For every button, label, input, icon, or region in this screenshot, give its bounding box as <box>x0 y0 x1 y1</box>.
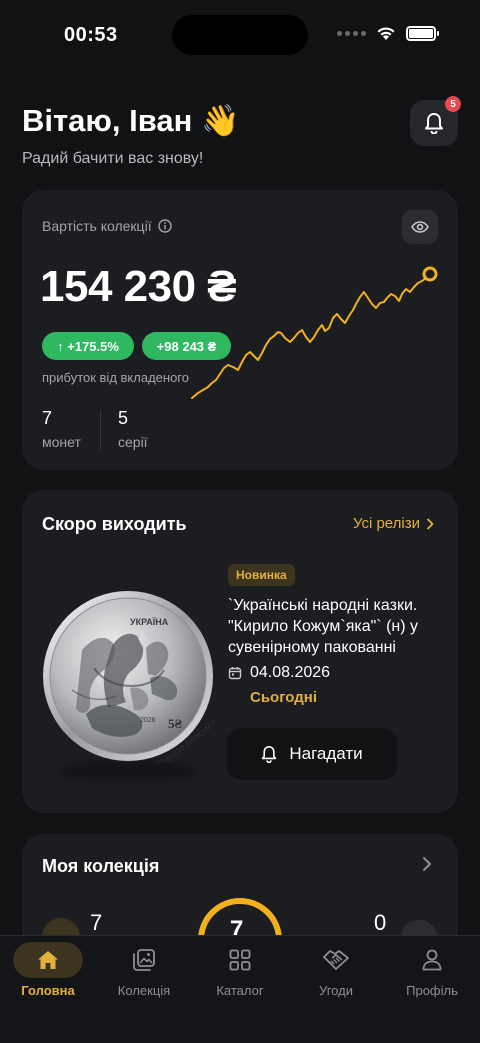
other-count: 0 <box>374 910 387 935</box>
stats-divider <box>100 410 101 450</box>
tab-collection[interactable]: Колекція <box>96 936 192 1008</box>
tab-catalog[interactable]: Каталог <box>192 936 288 1008</box>
coins-count: 7 <box>42 408 53 428</box>
dynamic-island <box>172 15 308 55</box>
tab-deals[interactable]: Угоди <box>288 936 384 1008</box>
coin-country: УКРАЇНА <box>130 617 169 627</box>
status-time: 00:53 <box>64 24 118 46</box>
series-count: 5 <box>118 408 129 428</box>
bell-icon <box>262 746 277 763</box>
handshake-icon <box>323 950 349 970</box>
tab-collection-label: Колекція <box>117 983 171 998</box>
release-title: `Українські народні казки. "Кирило Кожум… <box>228 597 419 656</box>
tab-deals-label: Угоди <box>319 983 353 998</box>
info-icon[interactable] <box>157 219 172 233</box>
chevron-right-icon[interactable] <box>422 856 432 872</box>
battery-icon <box>406 26 439 41</box>
coin-year: 2026 <box>140 717 156 724</box>
release-when: Сьогодні <box>250 689 317 706</box>
my-collection-title: Моя колекція <box>42 856 160 876</box>
wifi-icon <box>377 27 395 40</box>
value-chart-point <box>422 266 438 282</box>
owned-count: 7 <box>90 910 103 935</box>
tab-catalog-label: Каталог <box>216 983 264 998</box>
release-date: 04.08.2026 <box>250 664 331 681</box>
status-bar: 00:53 <box>0 0 480 70</box>
collection-value-label: Вартість колекції <box>42 218 152 234</box>
change-percent-badge: ↑ +175.5% <box>42 332 134 360</box>
new-badge: Новинка <box>228 564 295 586</box>
tab-home[interactable]: Головна <box>0 936 96 1008</box>
home-icon <box>38 951 58 969</box>
gallery-icon <box>133 949 155 971</box>
greeting-title: Вітаю, Іван 👋 <box>22 103 240 138</box>
remind-button[interactable]: Нагадати <box>227 728 397 780</box>
all-releases-label: Усі релізи <box>352 515 420 532</box>
upcoming-title: Скоро виходить <box>42 514 187 534</box>
series-label: серії <box>118 434 148 450</box>
remind-button-label: Нагадати <box>289 744 363 763</box>
grid-icon <box>229 949 251 971</box>
tab-bar: Головна Колекція Каталог Угоди Профіль <box>0 935 480 1043</box>
tab-profile[interactable]: Профіль <box>384 936 480 1008</box>
profile-icon <box>422 949 442 971</box>
collection-value-card: Вартість колекції 154 230 ₴ ↑ +175.5% +9… <box>22 190 458 470</box>
signal-icon <box>337 31 366 36</box>
toggle-visibility-button[interactable] <box>402 210 438 244</box>
tab-profile-label: Профіль <box>406 983 458 998</box>
coins-label: монет <box>42 434 81 450</box>
bell-icon <box>425 113 443 134</box>
all-releases-link[interactable]: Усі релізи <box>353 515 434 532</box>
collection-value: 154 230 ₴ <box>40 262 237 311</box>
chevron-right-icon <box>427 518 434 529</box>
tab-home-label: Головна <box>21 983 75 998</box>
upcoming-release-card: Скоро виходить Усі релізи УКРАЇНА 2026 5… <box>22 490 458 813</box>
greeting-subtitle: Радий бачити вас знову! <box>22 150 204 167</box>
eye-icon <box>411 221 429 233</box>
calendar-icon <box>228 667 242 680</box>
notification-badge: 5 <box>445 96 461 112</box>
change-amount-badge: +98 243 ₴ <box>142 332 231 360</box>
profit-label: прибуток від вкладеного <box>42 370 189 385</box>
coin-denomination: 5₴ <box>168 716 183 731</box>
coin-image[interactable]: УКРАЇНА 2026 5₴ Кирило Кожум'яка <box>42 590 226 770</box>
